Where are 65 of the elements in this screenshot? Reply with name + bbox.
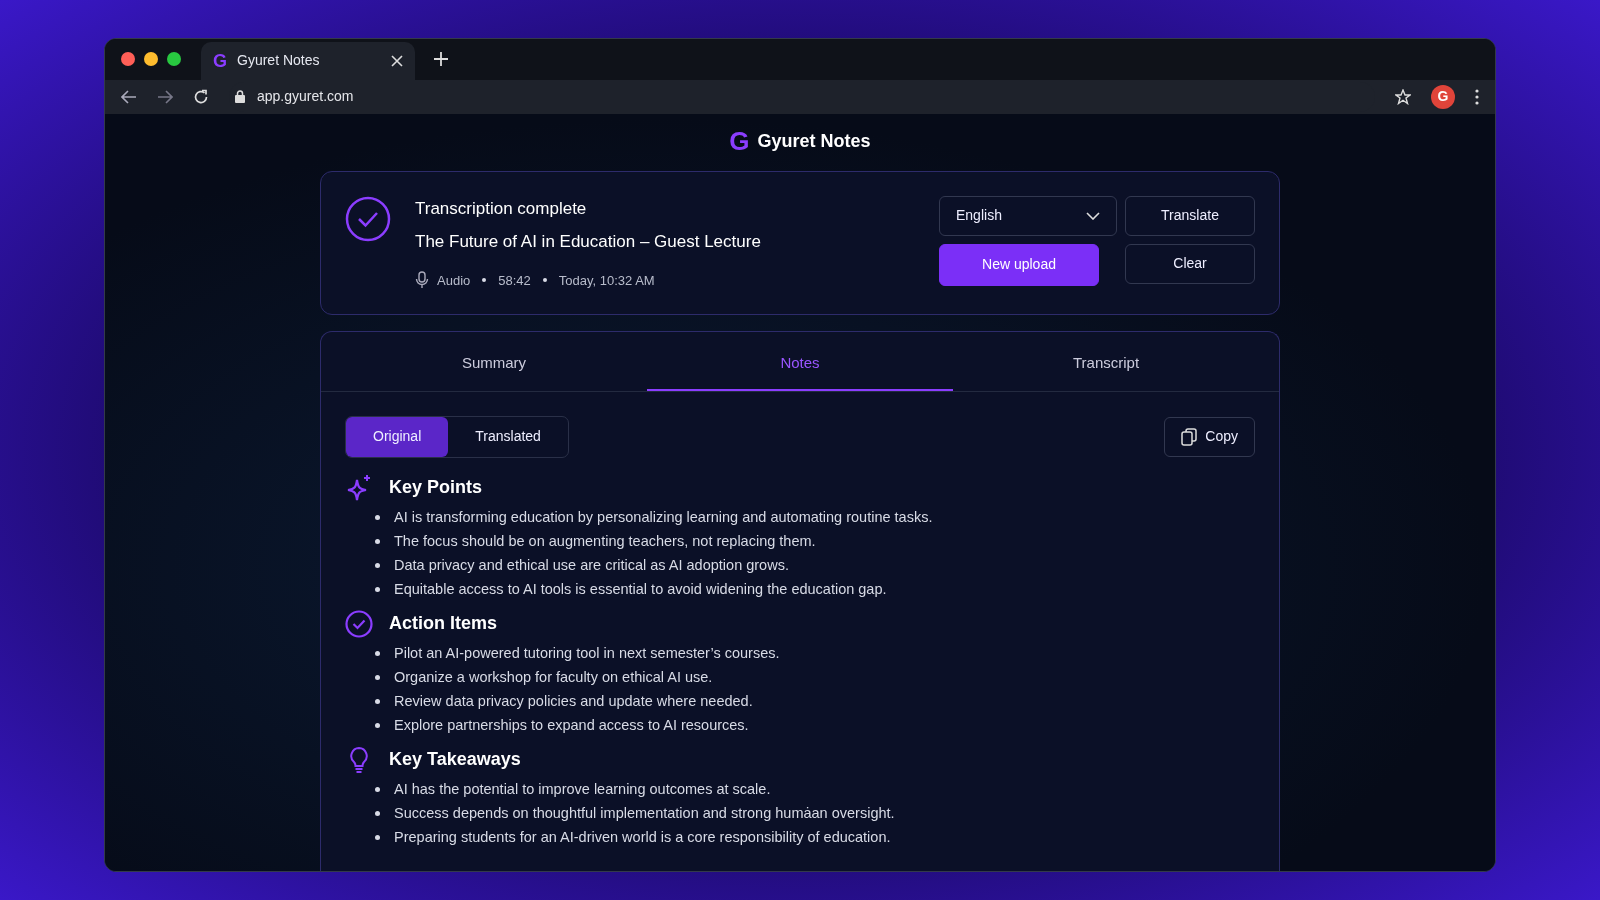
list-item-text: AI is transforming education by personalizing learning and automating routine tasks.	[394, 507, 933, 527]
close-icon[interactable]	[391, 54, 403, 67]
avatar[interactable]: G	[1431, 84, 1455, 109]
meta-text: 58:42	[498, 271, 531, 290]
list-item-text: Data privacy and ethical use are critical as AI adoption grows.	[394, 555, 789, 575]
section-heading: Key Takeaways	[389, 748, 521, 771]
list-item-text: AI has the potential to improve learning outcomes at scale.	[394, 779, 771, 799]
browser-tab[interactable]: G Gyuret Notes	[201, 41, 415, 80]
chevron-down-icon	[1086, 211, 1100, 220]
minimize-window-button[interactable]	[144, 52, 158, 67]
meta-text: Today, 10:32 AM	[558, 271, 655, 290]
bullet-dot	[375, 515, 380, 520]
action-button[interactable]: Clear	[1125, 243, 1255, 284]
tab-logo: G	[213, 51, 227, 70]
bullet-dot	[375, 675, 380, 680]
meta-text: Audio	[437, 271, 471, 290]
copy-icon	[1181, 427, 1198, 446]
action-button[interactable]: Translate	[1125, 195, 1255, 236]
app-logo: G	[729, 128, 750, 154]
check-circle-icon	[345, 195, 391, 242]
lock-icon	[235, 90, 245, 104]
list-item-text: Equitable access to AI tools is essential to avoid widening the education gap.	[394, 579, 887, 599]
list-item-text: Review data privacy policies and update where needed.	[394, 691, 753, 711]
action-button[interactable]: New upload	[939, 243, 1099, 286]
toggle-option[interactable]: Original	[346, 416, 449, 457]
toggle-option[interactable]: Translated	[448, 416, 568, 457]
more-icon[interactable]	[1475, 88, 1479, 105]
status-title: Transcription complete	[415, 197, 588, 220]
list-item-text: Pilot an AI-powered tutoring tool in next semester’s courses.	[394, 643, 780, 663]
bullet-dot	[375, 539, 380, 544]
list-item-text: Preparing students for an AI-driven world is a core responsibility of education.	[394, 827, 891, 847]
list-item-text: Success depends on thoughtful implementation and strong humȧan oversight.	[394, 803, 895, 823]
tab[interactable]: Notes	[647, 332, 953, 391]
back-icon[interactable]	[121, 89, 137, 104]
maximize-window-button[interactable]	[167, 52, 181, 67]
tab[interactable]: Summary	[341, 332, 647, 391]
list-item-text: Organize a workshop for faculty on ethical AI use.	[394, 667, 713, 687]
bullet-dot	[375, 563, 380, 568]
tab-title: Gyuret Notes	[237, 51, 321, 71]
bullet-dot	[375, 787, 380, 792]
close-window-button[interactable]	[121, 52, 135, 67]
lecture-title: The Future of AI in Education – Guest Lecture	[415, 231, 762, 253]
bullet-dot	[375, 587, 380, 592]
bullet-dot	[375, 651, 380, 656]
list-item-text: The focus should be on augmenting teachers, not replacing them.	[394, 531, 816, 551]
list-item-text: Explore partnerships to expand access to AI resources.	[394, 715, 749, 735]
section-heading: Key Points	[389, 476, 483, 499]
app-title: Gyuret Notes	[757, 129, 871, 153]
forward-icon[interactable]	[157, 89, 173, 104]
view-toggle[interactable]: Original Translated	[345, 415, 569, 458]
url-text[interactable]: app.gyuret.com	[257, 86, 354, 108]
new-tab-icon[interactable]	[433, 51, 449, 68]
copy-button[interactable]: Copy	[1164, 416, 1255, 457]
star-icon[interactable]	[1395, 88, 1411, 105]
microphone-icon	[415, 271, 429, 290]
check-circle-icon	[345, 609, 373, 638]
tab[interactable]: Transcript	[953, 332, 1259, 391]
language-select[interactable]: English	[939, 195, 1117, 236]
bullet-dot	[375, 723, 380, 728]
section-heading: Action Items	[389, 612, 498, 635]
sparkle-icon	[345, 473, 373, 502]
reload-icon[interactable]	[193, 88, 209, 105]
bullet-dot	[375, 835, 380, 840]
bullet-dot	[375, 811, 380, 816]
bullet-dot	[375, 699, 380, 704]
